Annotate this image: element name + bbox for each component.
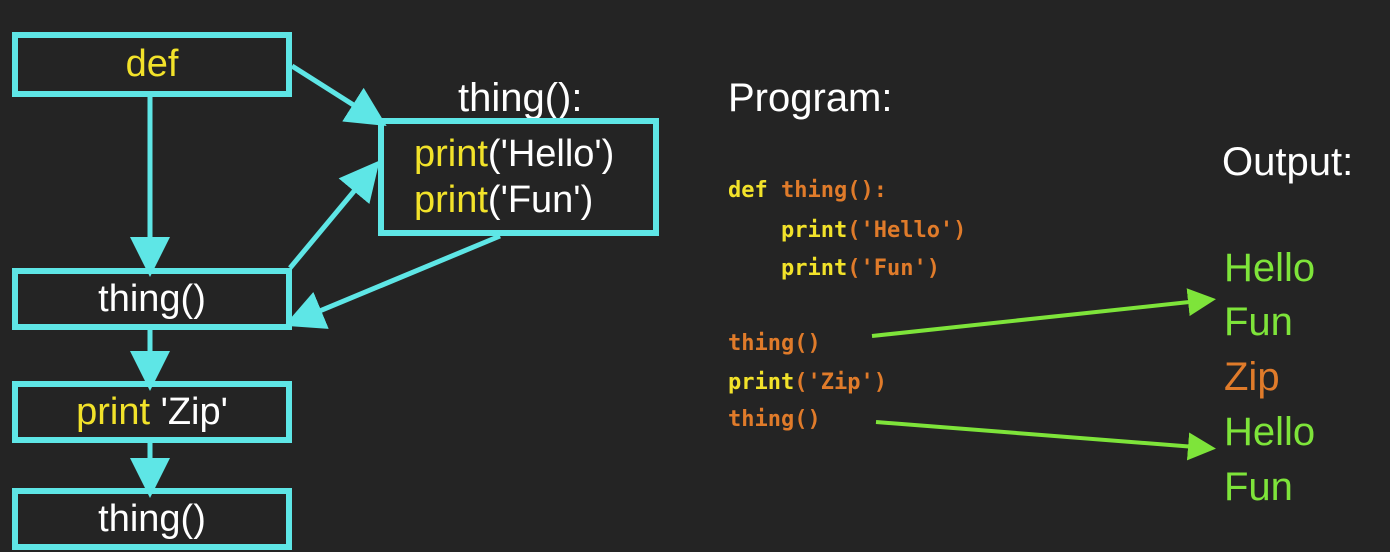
function-body-box: print('Hello') print('Fun'): [378, 118, 659, 236]
code-line-print-fun: print('Fun'): [728, 256, 940, 281]
output-line-hello: Hello: [1224, 246, 1316, 290]
code-line-call1: thing(): [728, 331, 821, 356]
program-title: Program:: [728, 76, 893, 120]
body-print-keyword: print: [414, 179, 488, 221]
second-call-box: thing(): [12, 488, 292, 550]
print-zip-box: print 'Zip': [12, 381, 292, 443]
arrow-call-to-body: [288, 160, 380, 270]
code-line-def: def thing():: [728, 178, 887, 203]
def-keyword: def: [125, 43, 179, 85]
body-fun-arg: ('Fun'): [487, 179, 594, 221]
code-line-print-zip: print('Zip'): [728, 370, 887, 395]
code-print-keyword: print: [728, 370, 795, 395]
first-call-label: thing(): [98, 277, 206, 320]
code-print-keyword: print: [728, 256, 848, 281]
body-line-fun: print('Fun'): [414, 177, 593, 223]
code-zip-arg: ('Zip'): [794, 370, 887, 395]
second-call-label: thing(): [98, 497, 206, 540]
output-title: Output:: [1222, 140, 1354, 184]
code-print-keyword: print: [728, 218, 848, 243]
code-def-keyword: def: [728, 178, 781, 203]
code-fun-arg: ('Fun'): [847, 256, 940, 281]
code-hello-arg: ('Hello'): [847, 218, 967, 243]
def-box: def: [12, 32, 292, 97]
code-line-call2: thing(): [728, 407, 821, 432]
zip-argument: 'Zip': [150, 390, 228, 433]
arrow-call1-to-output: [871, 288, 1216, 338]
arrow-body-return: [284, 233, 501, 329]
first-call-box: thing(): [12, 268, 292, 330]
code-line-print-hello: print('Hello'): [728, 218, 966, 243]
function-signature: thing():: [458, 76, 583, 120]
output-line-hello: Hello: [1224, 410, 1316, 454]
code-function-name: thing():: [780, 178, 887, 203]
arrow-call2-to-output: [875, 420, 1216, 461]
output-line-zip: Zip: [1224, 355, 1280, 399]
print-keyword: print: [76, 390, 151, 433]
arrow-def-to-body: [290, 63, 387, 127]
output-line-fun: Fun: [1224, 465, 1293, 509]
output-line-fun: Fun: [1224, 300, 1293, 344]
body-hello-arg: ('Hello'): [487, 133, 615, 175]
body-print-keyword: print: [414, 133, 488, 175]
body-line-hello: print('Hello'): [414, 131, 614, 177]
